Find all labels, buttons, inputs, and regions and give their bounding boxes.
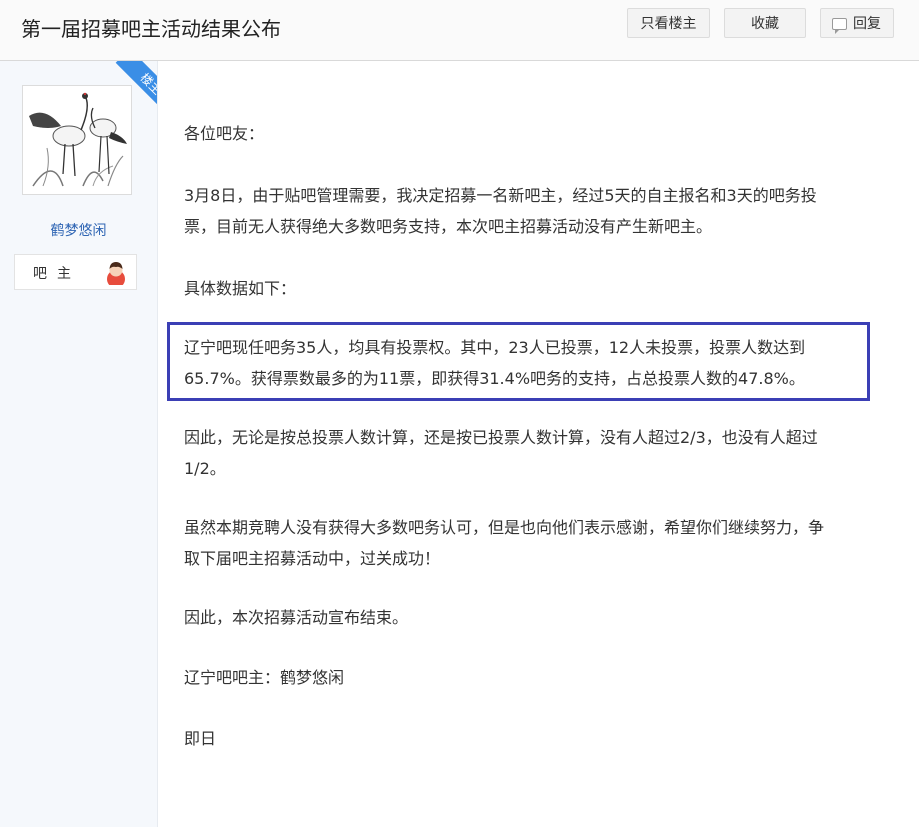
- author-role-badge: 吧主: [14, 254, 137, 290]
- reply-label: 回复: [853, 16, 881, 32]
- author-role-label: 吧主: [33, 266, 81, 282]
- greeting: 各位吧友：: [184, 124, 265, 143]
- paragraph-4-line-1: 虽然本期竞聘人没有获得大多数吧务认可，但是也向他们表示感谢，希望你们继续努力，争: [184, 518, 825, 537]
- original-poster-badge-label: 楼主: [115, 61, 157, 116]
- page-title: 第一届招募吧主活动结果公布: [21, 17, 281, 41]
- only-author-button[interactable]: 只看楼主: [627, 8, 710, 38]
- signature: 辽宁吧吧主：鹤梦悠闲: [184, 668, 345, 687]
- paragraph-1-line-2: 票，目前无人获得绝大多数吧务支持，本次吧主招募活动没有产生新吧主。: [184, 217, 713, 236]
- favorite-button[interactable]: 收藏: [724, 8, 806, 38]
- post-header: 第一届招募吧主活动结果公布 只看楼主 收藏 回复: [0, 0, 919, 61]
- post-date: 即日: [184, 729, 217, 748]
- paragraph-3-line-1: 因此，无论是按总投票人数计算，还是按已投票人数计算，没有人超过2/3，也没有人超…: [184, 428, 818, 447]
- reply-button[interactable]: 回复: [820, 8, 894, 38]
- paragraph-3-line-2: 1/2。: [184, 459, 226, 478]
- data-intro: 具体数据如下：: [184, 279, 297, 298]
- author-sidebar: 楼主 鹤梦悠闲 吧主: [0, 61, 158, 827]
- original-poster-badge: 楼主: [102, 61, 157, 116]
- user-avatar-icon: [107, 262, 125, 285]
- paragraph-5: 因此，本次招募活动宣布结束。: [184, 608, 409, 627]
- comment-bubble-icon: [832, 18, 847, 34]
- paragraph-4-line-2: 取下届吧主招募活动中，过关成功！: [184, 549, 441, 568]
- paragraph-1-line-1: 3月8日，由于贴吧管理需要，我决定招募一名新吧主，经过5天的自主报名和3天的吧务…: [184, 186, 817, 205]
- highlight-box: [167, 322, 870, 401]
- author-username[interactable]: 鹤梦悠闲: [0, 220, 157, 240]
